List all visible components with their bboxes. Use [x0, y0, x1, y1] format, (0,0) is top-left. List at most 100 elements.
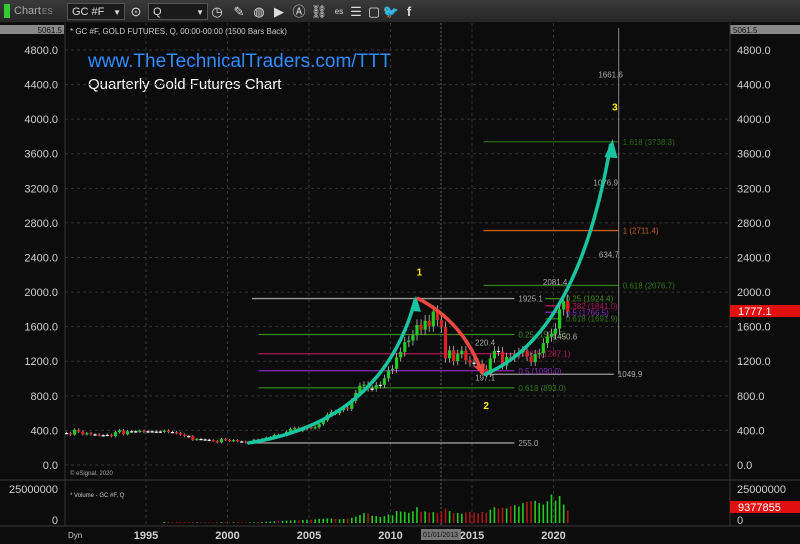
- candle-body: [545, 336, 549, 344]
- symbol-search-icon[interactable]: ⊙: [127, 3, 145, 20]
- price-tick-right: 1200.0: [737, 356, 771, 368]
- year-tick: 2020: [541, 530, 565, 542]
- alert-icon[interactable]: Ⓐ: [290, 3, 308, 20]
- candle-body: [101, 435, 105, 437]
- candle-body: [150, 431, 154, 433]
- candle-body: [93, 434, 97, 436]
- price-tick-right: 4000.0: [737, 114, 771, 126]
- candle-body: [166, 430, 171, 432]
- candle-body: [130, 431, 134, 433]
- candle-body: [460, 350, 464, 355]
- candle-body: [386, 370, 391, 379]
- wave-label: 1: [417, 268, 423, 279]
- symbol-input[interactable]: GC #F ▼: [67, 3, 125, 20]
- candle-body: [162, 430, 166, 432]
- year-tick: 2010: [378, 530, 402, 542]
- study-icon[interactable]: ◍: [250, 3, 268, 20]
- price-tick-left: 4000.0: [24, 114, 58, 126]
- fib-level-label: 1049.9: [618, 370, 643, 379]
- candle-body: [566, 301, 570, 312]
- candle-body: [423, 320, 427, 330]
- top-price-right: 5061.5: [733, 26, 758, 35]
- es-icon[interactable]: es: [330, 3, 348, 20]
- fib-level-label: 0.618 (2076.7): [623, 281, 675, 290]
- price-tick-left: 0.0: [43, 460, 58, 472]
- candle-body: [207, 439, 211, 441]
- last-volume: 9377855: [738, 502, 781, 514]
- copyright: © eSignal, 2020: [70, 470, 113, 477]
- candle-body: [382, 378, 386, 385]
- price-tick-left: 2000.0: [24, 287, 58, 299]
- candle-body: [313, 427, 317, 429]
- price-tick-left: 2800.0: [24, 218, 58, 230]
- volume-header: * Volume - GC #F, Q: [70, 493, 125, 499]
- candle-body: [346, 407, 350, 409]
- price-tick-right: 0.0: [737, 460, 752, 472]
- candle-body: [69, 433, 73, 435]
- candle-body: [203, 439, 207, 441]
- toolbar: Chart ES GC #F ▼ ⊙ Q ▼ ◷ ✎ ◍ ▶ Ⓐ ⛓ es ☰ ▢ …: [0, 0, 800, 23]
- menu-icon[interactable]: ☰: [347, 3, 365, 20]
- candle-body: [427, 320, 431, 327]
- price-tick-left: 1600.0: [24, 322, 58, 334]
- interval-select[interactable]: Q ▼: [148, 3, 208, 20]
- candle-body: [89, 433, 93, 435]
- candle-body: [537, 353, 541, 355]
- price-tick-left: 400.0: [30, 425, 58, 437]
- window-handle[interactable]: [4, 4, 10, 18]
- candle-body: [77, 429, 81, 432]
- year-tick: 2000: [215, 530, 239, 542]
- candle-body: [146, 431, 150, 433]
- candle-body: [73, 429, 77, 435]
- candle-body: [317, 424, 321, 428]
- link-icon[interactable]: ⛓: [310, 3, 328, 20]
- candle-body: [525, 350, 529, 357]
- candle-body: [529, 356, 533, 362]
- candle-body: [439, 320, 444, 328]
- candle-body: [452, 350, 456, 362]
- candle-body: [374, 385, 378, 389]
- price-tick-right: 400.0: [737, 425, 765, 437]
- candle-body: [179, 433, 183, 435]
- price-tick-left: 2400.0: [24, 252, 58, 264]
- candle-body: [170, 431, 175, 434]
- candle-body: [236, 440, 240, 442]
- price-tick-right: 4800.0: [737, 45, 771, 57]
- year-tick: 2015: [460, 530, 484, 542]
- candle-body: [109, 434, 113, 437]
- clock-icon[interactable]: ◷: [208, 3, 226, 20]
- volume-tick-right: 25000000: [737, 484, 786, 496]
- candle-body: [134, 431, 138, 433]
- candle-body: [223, 439, 228, 441]
- candle-body: [113, 432, 118, 437]
- price-chart[interactable]: 5061.5 5061.5 * GC #F, GOLD FUTURES, Q, …: [0, 23, 800, 544]
- candle-body: [378, 384, 382, 387]
- measure-label: 1661.6: [598, 71, 623, 80]
- candle-body: [431, 311, 435, 327]
- price-tick-right: 2400.0: [737, 252, 771, 264]
- facebook-icon[interactable]: f: [400, 3, 418, 20]
- candle-body: [211, 440, 215, 442]
- measure-label: 1450.6: [553, 333, 578, 342]
- candle-body: [456, 354, 460, 362]
- fib-level-label: 1925.1: [518, 295, 543, 304]
- date-marker: 01/01/2013: [423, 532, 458, 539]
- measure-label: 634.7: [599, 250, 620, 259]
- candle-body: [158, 431, 162, 433]
- candle-body: [142, 430, 146, 433]
- play-icon[interactable]: ▶: [270, 3, 288, 20]
- comment-icon[interactable]: ▢: [365, 3, 383, 20]
- twitter-icon[interactable]: 🐦: [382, 3, 400, 20]
- fib-level-label: 0.5 (1090.0): [518, 367, 561, 376]
- candle-body: [447, 350, 452, 359]
- price-tick-right: 3600.0: [737, 149, 771, 161]
- candle-body: [97, 434, 101, 436]
- interval-value: Q: [153, 6, 162, 18]
- link-badge[interactable]: ES: [42, 3, 53, 20]
- year-tick: 2005: [297, 530, 321, 542]
- volume-tick-left: 0: [52, 515, 58, 527]
- dyn-label[interactable]: Dyn: [68, 531, 82, 540]
- measure-label: 1076.9: [593, 179, 618, 188]
- pencil-icon[interactable]: ✎: [230, 3, 248, 20]
- symbol-value: GC #F: [72, 6, 105, 18]
